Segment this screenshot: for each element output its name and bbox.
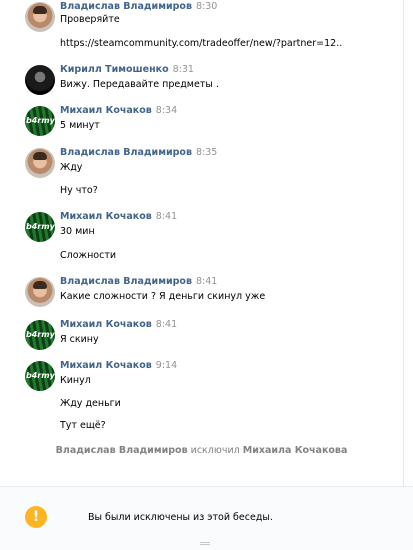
message-time[interactable]: 8:30 [196,1,217,12]
system-target[interactable]: Михаила Кочакова [243,445,348,456]
system-action: исключил [190,445,240,456]
avatar[interactable] [25,320,55,350]
author-name[interactable]: Михаил Кочаков [60,319,152,330]
avatar[interactable] [25,361,55,391]
message-text: Вижу. Передавайте предметы . [60,79,219,90]
message-text: Сложности [60,250,117,261]
author-name[interactable]: Михаил Кочаков [60,360,152,371]
avatar[interactable] [25,212,55,242]
avatar[interactable] [25,106,55,136]
message-text: 5 минут [60,120,100,131]
kicked-notice-text: Вы были исключены из этой беседы. [88,512,273,523]
message-text: Тут ещё? [60,420,106,431]
message-link[interactable]: https://steamcommunity.com/tradeoffer/ne… [60,38,342,49]
message-time[interactable]: 8:34 [156,105,177,116]
message-time[interactable]: 8:41 [156,211,177,222]
resize-handle[interactable] [200,542,210,545]
avatar[interactable] [25,65,55,95]
author-name[interactable]: Владислав Владимиров [60,276,192,287]
message-text: Кинул [60,375,91,386]
author-name[interactable]: Михаил Кочаков [60,211,152,222]
message-time[interactable]: 8:41 [156,319,177,330]
system-actor[interactable]: Владислав Владимиров [56,445,188,456]
author-name[interactable]: Михаил Кочаков [60,105,152,116]
system-message: Владислав Владимиров исключил Михаила Ко… [0,445,403,456]
author-name[interactable]: Владислав Владимиров [60,1,192,12]
message-text: Жду [60,162,83,173]
kicked-notice: ! Вы были исключены из этой беседы. [0,486,413,550]
chat-history[interactable]: Владислав Владимиров 8:30 Проверяйте http… [0,0,404,486]
message-text: 30 мин [60,226,95,237]
warning-icon: ! [25,506,47,528]
avatar[interactable] [25,148,55,178]
author-name[interactable]: Владислав Владимиров [60,147,192,158]
message-time[interactable]: 8:35 [196,147,217,158]
message-text: Какие сложности ? Я деньги скинул уже [60,291,266,302]
message-text: Я скину [60,334,99,345]
message-time[interactable]: 9:14 [156,360,177,371]
message-text: Проверяйте [60,14,120,25]
message-time[interactable]: 8:41 [196,276,217,287]
message-time[interactable]: 8:31 [173,64,194,75]
avatar[interactable] [25,277,55,307]
message-text: Ну что? [60,185,98,196]
message-text: Жду деньги [60,398,121,409]
author-name[interactable]: Кирилл Тимошенко [60,64,169,75]
avatar[interactable] [25,2,55,32]
